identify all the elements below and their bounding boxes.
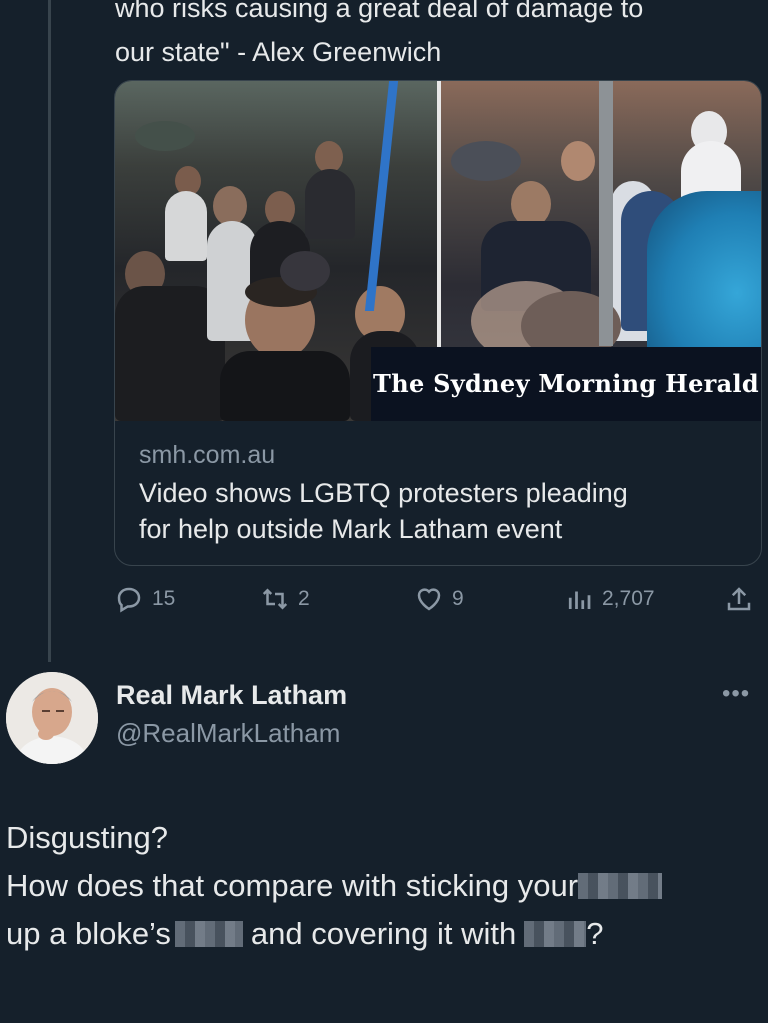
link-preview-meta: smh.com.au Video shows LGBTQ protesters … <box>139 437 739 547</box>
tweet-text: Disgusting? How does that compare with s… <box>6 814 766 958</box>
link-title-line-1: Video shows LGBTQ protesters pleading <box>139 478 628 508</box>
author-handle[interactable]: @RealMarkLatham <box>116 718 340 749</box>
blue-car <box>647 191 761 361</box>
retweet-count: 2 <box>298 587 310 610</box>
tweet-action-bar: 15 2 9 2,707 <box>114 584 764 618</box>
link-preview-card[interactable]: The Sydney Morning Herald smh.com.au Vid… <box>114 80 762 566</box>
censored-word-3 <box>524 921 587 947</box>
link-preview-image[interactable]: The Sydney Morning Herald <box>115 81 761 421</box>
previous-tweet-line-2: our state" - Alex Greenwich <box>115 37 442 67</box>
profile-photo <box>6 672 98 764</box>
tweet-line-3: up a bloke’s and covering it with? <box>6 910 766 958</box>
tweet-line-3-text-a: up a bloke’s <box>6 916 171 951</box>
like-button[interactable]: 9 <box>414 584 464 614</box>
tweet-line-3-text-b: and covering it with <box>250 916 517 951</box>
link-title[interactable]: Video shows LGBTQ protesters pleading fo… <box>139 475 739 547</box>
views-count: 2,707 <box>602 587 655 610</box>
reply-button[interactable]: 15 <box>114 584 175 614</box>
smh-masthead: The Sydney Morning Herald <box>371 347 761 421</box>
censored-word-1 <box>578 873 663 899</box>
censored-word-2 <box>174 921 243 947</box>
share-button[interactable] <box>724 584 762 614</box>
like-count: 9 <box>452 587 464 610</box>
retweet-icon <box>262 588 288 610</box>
share-icon <box>727 587 751 611</box>
retweet-button[interactable]: 2 <box>260 584 310 614</box>
tweet-line-3-text-c: ? <box>586 916 604 951</box>
views-button[interactable]: 2,707 <box>564 584 655 614</box>
heart-icon <box>417 588 441 611</box>
more-options-icon[interactable]: ••• <box>722 680 750 708</box>
views-bar-chart-icon <box>568 591 591 609</box>
reply-icon <box>117 587 141 613</box>
link-domain: smh.com.au <box>139 441 276 469</box>
reply-count: 15 <box>152 587 176 610</box>
tweet-line-2: How does that compare with sticking your <box>6 862 766 910</box>
tweet-line-1: Disgusting? <box>6 820 168 855</box>
avatar[interactable] <box>6 672 98 764</box>
previous-tweet-line-1: who risks causing a great deal of damage… <box>115 0 644 23</box>
tweet-line-2-text: How does that compare with sticking your <box>6 868 579 903</box>
previous-tweet-text: who risks causing a great deal of damage… <box>115 0 755 74</box>
grey-pole <box>599 81 613 346</box>
thread-connector-line <box>48 0 51 662</box>
link-title-line-2: for help outside Mark Latham event <box>139 514 563 544</box>
author-name[interactable]: Real Mark Latham <box>116 680 347 711</box>
